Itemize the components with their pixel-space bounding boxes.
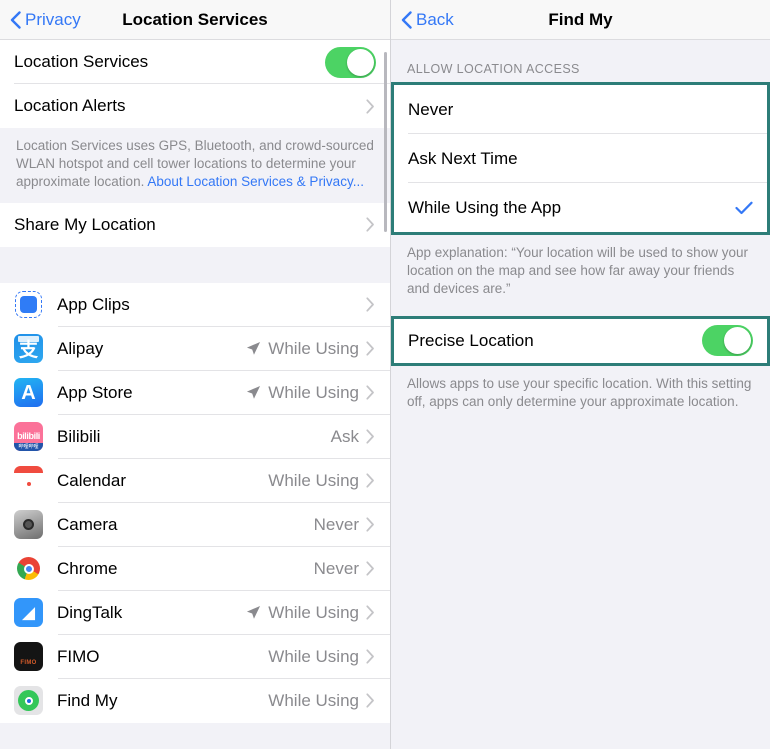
alipay-icon: 支: [14, 334, 43, 364]
app-clips-icon: [14, 290, 43, 320]
option-label: Never: [408, 99, 454, 119]
app-permission-row[interactable]: Chrome Never: [0, 546, 390, 591]
chevron-right-icon: [366, 561, 376, 576]
right-pane-find-my: Back Find My ALLOW LOCATION ACCESS Never…: [390, 0, 770, 749]
row-label: Location Services: [14, 52, 149, 71]
app-permission-row[interactable]: 支 Alipay While Using: [0, 326, 390, 371]
chevron-right-icon: [366, 693, 376, 708]
row-location-alerts[interactable]: Location Alerts: [0, 84, 390, 128]
location-access-options-highlight: Never Ask Next Time While Using the App: [391, 82, 770, 235]
chevron-right-icon: [366, 649, 376, 664]
fimo-icon: FIMO: [14, 642, 43, 672]
precise-location-toggle[interactable]: [702, 325, 753, 357]
back-button-label: Privacy: [25, 9, 81, 29]
chevron-right-icon: [366, 98, 376, 114]
option-label: While Using the App: [408, 197, 562, 217]
app-permission-value: Never: [313, 514, 359, 534]
app-permission-value: While Using: [268, 382, 359, 402]
back-button[interactable]: Back: [391, 10, 454, 30]
app-name-label: FIMO: [57, 646, 100, 666]
location-arrow-icon: [246, 341, 261, 356]
allow-location-access-header: ALLOW LOCATION ACCESS: [391, 40, 770, 82]
app-permission-list: App Clips 支 Alipay While Using A App Store Whi…: [0, 282, 390, 723]
chevron-right-icon: [366, 473, 376, 488]
about-location-services-link[interactable]: About Location Services & Privacy...: [147, 174, 364, 189]
app-store-icon: A: [14, 378, 43, 408]
app-name-label: App Store: [57, 382, 133, 402]
app-permission-value: While Using: [268, 338, 359, 358]
left-pane-scrollbar[interactable]: [384, 52, 387, 232]
settings-split-view: Privacy Location Services Location Servi…: [0, 0, 770, 749]
app-permission-row[interactable]: ◢ DingTalk While Using: [0, 590, 390, 635]
app-name-label: Camera: [57, 514, 118, 534]
dingtalk-icon: ◢: [14, 598, 43, 628]
app-name-label: DingTalk: [57, 602, 123, 622]
checkmark-icon: [735, 201, 753, 215]
app-name-label: Find My: [57, 690, 118, 710]
group-spacer: [0, 246, 390, 283]
back-button-privacy[interactable]: Privacy: [0, 10, 81, 30]
toggle-knob: [347, 48, 374, 76]
chevron-right-icon: [366, 517, 376, 532]
app-permission-row[interactable]: bilibili 哔哩哔哩 Bilibili Ask: [0, 414, 390, 459]
precise-location-highlight: Precise Location: [391, 315, 770, 366]
location-arrow-icon: [246, 385, 261, 400]
row-label: Precise Location: [408, 330, 534, 350]
share-my-location-group: Share My Location: [0, 202, 390, 247]
chrome-icon: [14, 554, 43, 584]
app-explanation-footnote: App explanation: “Your location will be …: [391, 235, 770, 310]
toggle-knob: [724, 327, 751, 355]
row-precise-location[interactable]: Precise Location: [394, 318, 767, 363]
app-name-label: Alipay: [57, 338, 104, 358]
app-permission-row[interactable]: Calendar While Using: [0, 458, 390, 503]
chevron-right-icon: [366, 341, 376, 356]
chevron-left-icon: [401, 10, 412, 29]
find-my-icon: [14, 686, 43, 716]
app-name-label: Bilibili: [57, 426, 101, 446]
option-label: Ask Next Time: [408, 148, 518, 168]
app-name-label: Chrome: [57, 558, 118, 578]
chevron-left-icon: [10, 10, 21, 29]
location-services-toggle[interactable]: [325, 46, 376, 78]
app-permission-row[interactable]: Camera Never: [0, 502, 390, 547]
location-arrow-icon: [246, 605, 261, 620]
app-permission-value: Never: [313, 558, 359, 578]
row-label: Location Alerts: [14, 96, 126, 115]
back-button-label: Back: [416, 9, 454, 29]
app-permission-value: While Using: [268, 602, 359, 622]
app-permission-row[interactable]: App Clips: [0, 282, 390, 327]
app-name-label: App Clips: [57, 294, 130, 314]
row-share-my-location[interactable]: Share My Location: [0, 202, 390, 247]
app-permission-value: While Using: [268, 646, 359, 666]
chevron-right-icon: [366, 429, 376, 444]
location-access-option[interactable]: Never: [394, 85, 767, 134]
row-label: Share My Location: [14, 214, 156, 234]
chevron-right-icon: [366, 385, 376, 400]
chevron-right-icon: [366, 605, 376, 620]
left-navbar: Privacy Location Services: [0, 0, 390, 40]
app-name-label: Calendar: [57, 470, 126, 490]
bilibili-icon: bilibili 哔哩哔哩: [14, 422, 43, 452]
left-pane-location-services: Privacy Location Services Location Servi…: [0, 0, 390, 749]
app-permission-value: Ask: [330, 426, 359, 446]
app-permission-value: While Using: [268, 470, 359, 490]
calendar-icon: [14, 466, 43, 496]
precise-location-footnote: Allows apps to use your specific locatio…: [391, 365, 770, 423]
location-services-group: Location Services Location Alerts: [0, 40, 390, 128]
chevron-right-icon: [366, 217, 376, 232]
app-permission-row[interactable]: FIMO FIMO While Using: [0, 634, 390, 679]
row-location-services-master[interactable]: Location Services: [0, 40, 390, 84]
right-navbar: Back Find My: [391, 0, 770, 40]
app-permission-row[interactable]: Find My While Using: [0, 678, 390, 723]
location-access-option[interactable]: While Using the App: [394, 183, 767, 232]
app-permission-row[interactable]: A App Store While Using: [0, 370, 390, 415]
app-permission-value: While Using: [268, 690, 359, 710]
location-services-footnote: Location Services uses GPS, Bluetooth, a…: [0, 128, 390, 203]
location-access-option[interactable]: Ask Next Time: [394, 134, 767, 183]
camera-icon: [14, 510, 43, 540]
chevron-right-icon: [366, 297, 376, 312]
